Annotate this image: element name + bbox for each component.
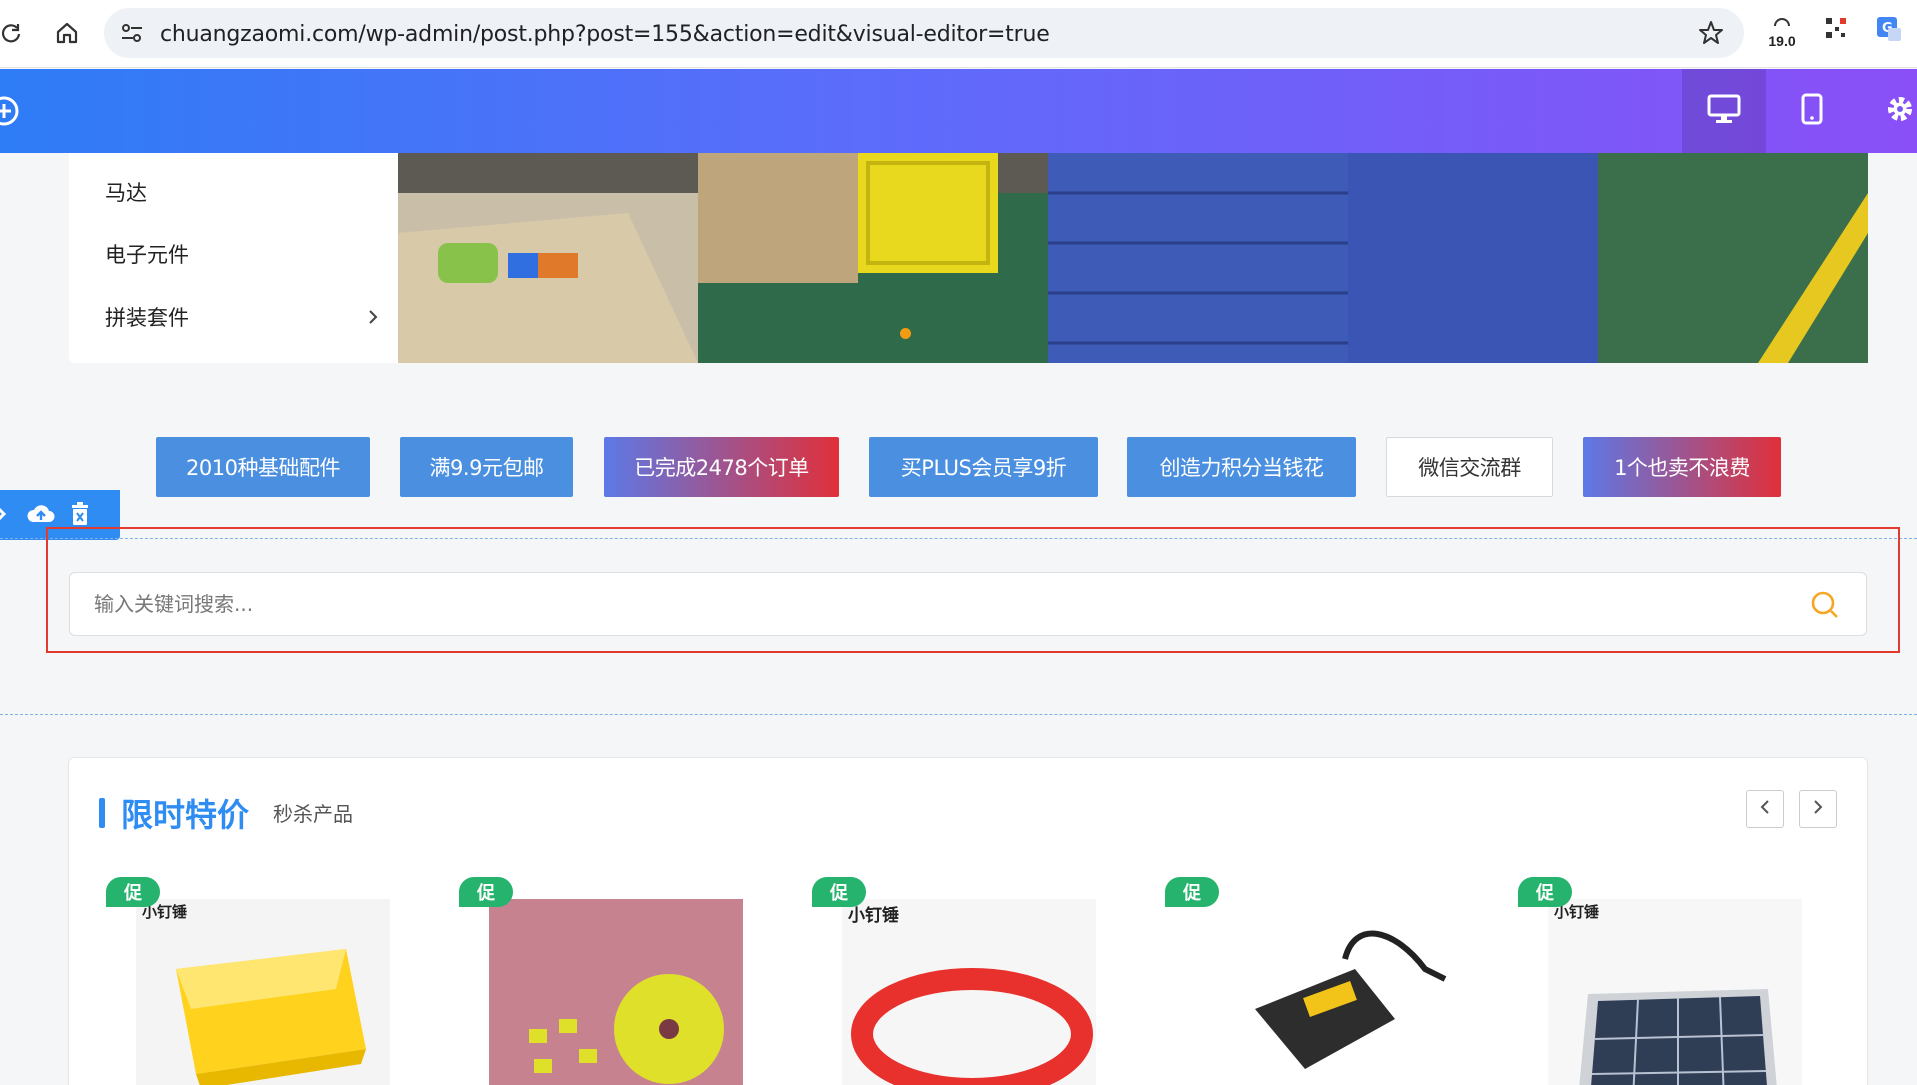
speed-value: 19.0 — [1768, 33, 1796, 49]
translate-extension-icon[interactable]: G — [1876, 16, 1902, 47]
menu-item-motor[interactable]: 马达 — [105, 177, 147, 207]
search-icon[interactable] — [1810, 590, 1840, 625]
add-icon[interactable] — [0, 95, 20, 127]
promo-tag-plus[interactable]: 买PLUS会员享9折 — [869, 437, 1098, 497]
speed-extension[interactable]: 19.0 — [1762, 14, 1802, 49]
product-card[interactable]: 促 — [1129, 757, 1459, 1085]
product-card[interactable]: 促 小钉锤 — [1482, 757, 1812, 1085]
promo-tag-shipping[interactable]: 满9.9元包邮 — [400, 437, 573, 497]
desktop-view-button[interactable] — [1682, 69, 1766, 153]
sale-badge: 促 — [1165, 877, 1219, 907]
url-text[interactable]: chuangzaomi.com/wp-admin/post.php?post=1… — [160, 22, 1050, 47]
home-icon[interactable] — [52, 18, 82, 48]
promo-tag-orders[interactable]: 已完成2478个订单 — [604, 437, 839, 497]
site-info-icon[interactable] — [120, 22, 144, 49]
mobile-view-button[interactable] — [1770, 69, 1854, 153]
category-menu: 马达 电子元件 拼装套件 — [69, 153, 399, 363]
promo-tag-wechat[interactable]: 微信交流群 — [1386, 437, 1553, 497]
qr-extension-icon[interactable] — [1824, 16, 1848, 45]
bookmark-star-icon[interactable] — [1698, 20, 1724, 51]
product-image: 小钉锤 — [1548, 899, 1802, 1085]
product-image — [489, 899, 743, 1085]
product-card[interactable]: 促 小钉锤 — [70, 757, 400, 1085]
search-input[interactable] — [94, 587, 1774, 621]
settings-button[interactable] — [1870, 69, 1917, 153]
gear-icon — [1884, 93, 1916, 130]
chevron-right-icon — [367, 308, 379, 331]
section-divider-bottom — [0, 714, 1917, 715]
reload-icon[interactable] — [0, 18, 26, 48]
sale-badge: 促 — [812, 877, 866, 907]
banner-image[interactable] — [398, 153, 1868, 363]
search-bar — [69, 572, 1867, 636]
product-image — [1195, 899, 1449, 1085]
menu-item-kits[interactable]: 拼装套件 — [105, 302, 189, 332]
promo-tag-points[interactable]: 创造力积分当钱花 — [1127, 437, 1356, 497]
product-image: 小钉锤 — [842, 899, 1096, 1085]
drag-icon[interactable] — [0, 502, 8, 531]
mobile-icon — [1801, 93, 1823, 130]
visual-editor-toolbar — [0, 69, 1917, 153]
product-image: 小钉锤 — [136, 899, 390, 1085]
address-bar[interactable]: chuangzaomi.com/wp-admin/post.php?post=1… — [104, 8, 1744, 58]
sale-badge: 促 — [106, 877, 160, 907]
product-card[interactable]: 促 小钉锤 — [776, 757, 1106, 1085]
promo-tag-single[interactable]: 1个也卖不浪费 — [1583, 437, 1781, 497]
sale-badge: 促 — [459, 877, 513, 907]
desktop-icon — [1707, 94, 1741, 129]
carousel-dot[interactable] — [900, 328, 911, 339]
product-card[interactable]: 促 — [423, 757, 753, 1085]
menu-item-electronics[interactable]: 电子元件 — [105, 239, 189, 269]
chevron-right-icon — [1812, 798, 1824, 821]
browser-toolbar: chuangzaomi.com/wp-admin/post.php?post=1… — [0, 0, 1917, 68]
promo-tag-parts[interactable]: 2010种基础配件 — [156, 437, 370, 497]
sale-badge: 促 — [1518, 877, 1572, 907]
